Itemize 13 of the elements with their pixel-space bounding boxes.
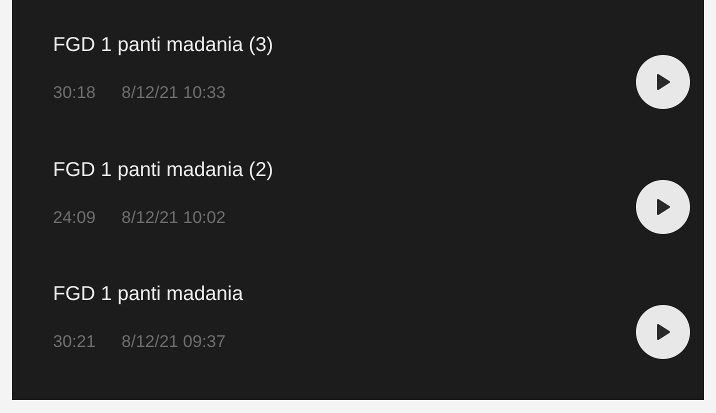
- recording-date: 8/12/21 10:02: [122, 208, 226, 228]
- play-button[interactable]: [636, 180, 690, 234]
- recording-duration: 30:18: [53, 82, 96, 103]
- recording-title: FGD 1 panti madania (3): [53, 34, 274, 57]
- recording-date: 8/12/21 10:33: [122, 82, 226, 103]
- recording-title: FGD 1 panti madania: [53, 283, 244, 306]
- recording-duration: 24:09: [53, 208, 96, 228]
- recording-date: 8/12/21 09:37: [122, 332, 226, 352]
- play-icon: [655, 322, 671, 341]
- play-icon: [655, 73, 671, 92]
- recording-title: FGD 1 panti madania (2): [53, 158, 274, 182]
- recording-duration: 30:21: [53, 332, 96, 352]
- play-icon: [655, 198, 671, 216]
